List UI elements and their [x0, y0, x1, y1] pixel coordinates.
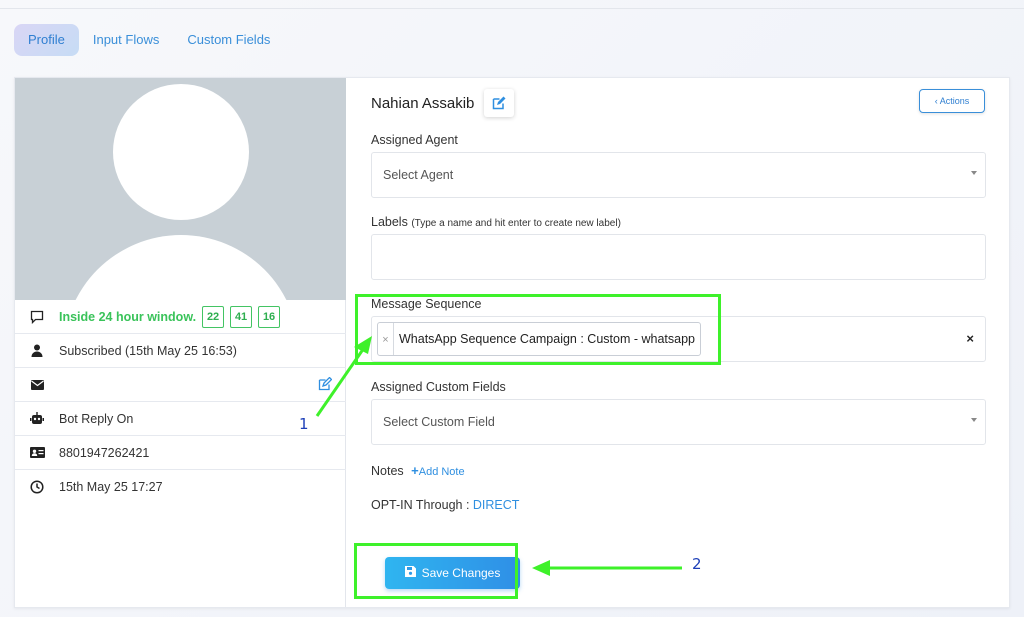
phone-row: 8801947262421 — [15, 436, 346, 470]
avatar-head-shape — [113, 84, 249, 220]
bot-reply-row: Bot Reply On — [15, 402, 346, 436]
assigned-agent-select[interactable]: Select Agent — [371, 152, 986, 198]
subscribed-text: Subscribed (15th May 25 16:53) — [59, 343, 237, 358]
assigned-agent-value: Select Agent — [383, 168, 454, 182]
clear-selection-icon[interactable]: × — [966, 331, 974, 346]
clock-icon — [29, 479, 45, 495]
conversation-window-row: Inside 24 hour window. 22 41 16 — [15, 300, 346, 334]
id-card-icon — [29, 445, 45, 461]
custom-fields-value: Select Custom Field — [383, 415, 495, 429]
avatar-body-shape — [63, 235, 299, 300]
edit-email-icon[interactable] — [318, 376, 333, 394]
contact-name: Nahian Assakib — [371, 95, 475, 112]
email-row — [15, 368, 346, 402]
robot-icon — [29, 411, 45, 427]
top-divider — [0, 8, 1024, 9]
tab-input-flows[interactable]: Input Flows — [79, 24, 173, 56]
bot-reply-text: Bot Reply On — [59, 411, 134, 426]
optin-value: DIRECT — [472, 498, 520, 512]
plus-icon: + — [411, 463, 419, 478]
tab-profile[interactable]: Profile — [14, 24, 79, 56]
add-note-text: Add Note — [418, 466, 465, 478]
labels-input[interactable] — [371, 234, 986, 280]
actions-button[interactable]: ‹ Actions — [919, 89, 985, 113]
annotation-number-two: 2 — [692, 555, 702, 573]
tab-custom-fields[interactable]: Custom Fields — [173, 24, 284, 56]
chevron-down-icon — [971, 171, 977, 175]
last-seen-row: 15th May 25 17:27 — [15, 470, 346, 504]
subscribed-row: Subscribed (15th May 25 16:53) — [15, 334, 346, 368]
phone-number: 8801947262421 — [59, 445, 150, 460]
last-seen-time: 15th May 25 17:27 — [59, 480, 163, 494]
window-status-text: Inside 24 hour window. — [59, 309, 197, 324]
avatar — [15, 78, 346, 300]
optin-row: OPT-IN Through : DIRECT — [371, 498, 519, 512]
hours-counter: 22 — [202, 305, 225, 328]
user-icon — [29, 343, 45, 359]
optin-label: OPT-IN Through : — [371, 498, 470, 512]
highlight-box-message-sequence — [355, 294, 721, 365]
labels-label-text: Labels — [371, 215, 408, 229]
edit-icon — [492, 96, 506, 110]
highlight-box-save-button — [354, 543, 518, 599]
annotation-number-one: 1 — [299, 415, 309, 433]
profile-sidebar: Inside 24 hour window. 22 41 16 Subscrib… — [15, 78, 346, 607]
assigned-agent-label: Assigned Agent — [371, 133, 458, 147]
edit-name-button[interactable] — [484, 89, 514, 117]
custom-fields-select[interactable]: Select Custom Field — [371, 399, 986, 445]
labels-hint: (Type a name and hit enter to create new… — [411, 218, 621, 229]
notes-row: Notes +Add Note — [371, 463, 465, 478]
minutes-counter: 41 — [230, 305, 253, 328]
labels-label: Labels (Type a name and hit enter to cre… — [371, 215, 621, 229]
seconds-counter: 16 — [258, 305, 281, 328]
notes-label: Notes — [371, 464, 404, 478]
chat-bubble-icon — [29, 309, 45, 325]
tab-bar: Profile Input Flows Custom Fields — [14, 24, 284, 56]
chevron-down-icon — [971, 418, 977, 422]
add-note-link[interactable]: +Add Note — [411, 463, 465, 478]
envelope-icon — [29, 377, 45, 393]
custom-fields-label: Assigned Custom Fields — [371, 380, 506, 394]
